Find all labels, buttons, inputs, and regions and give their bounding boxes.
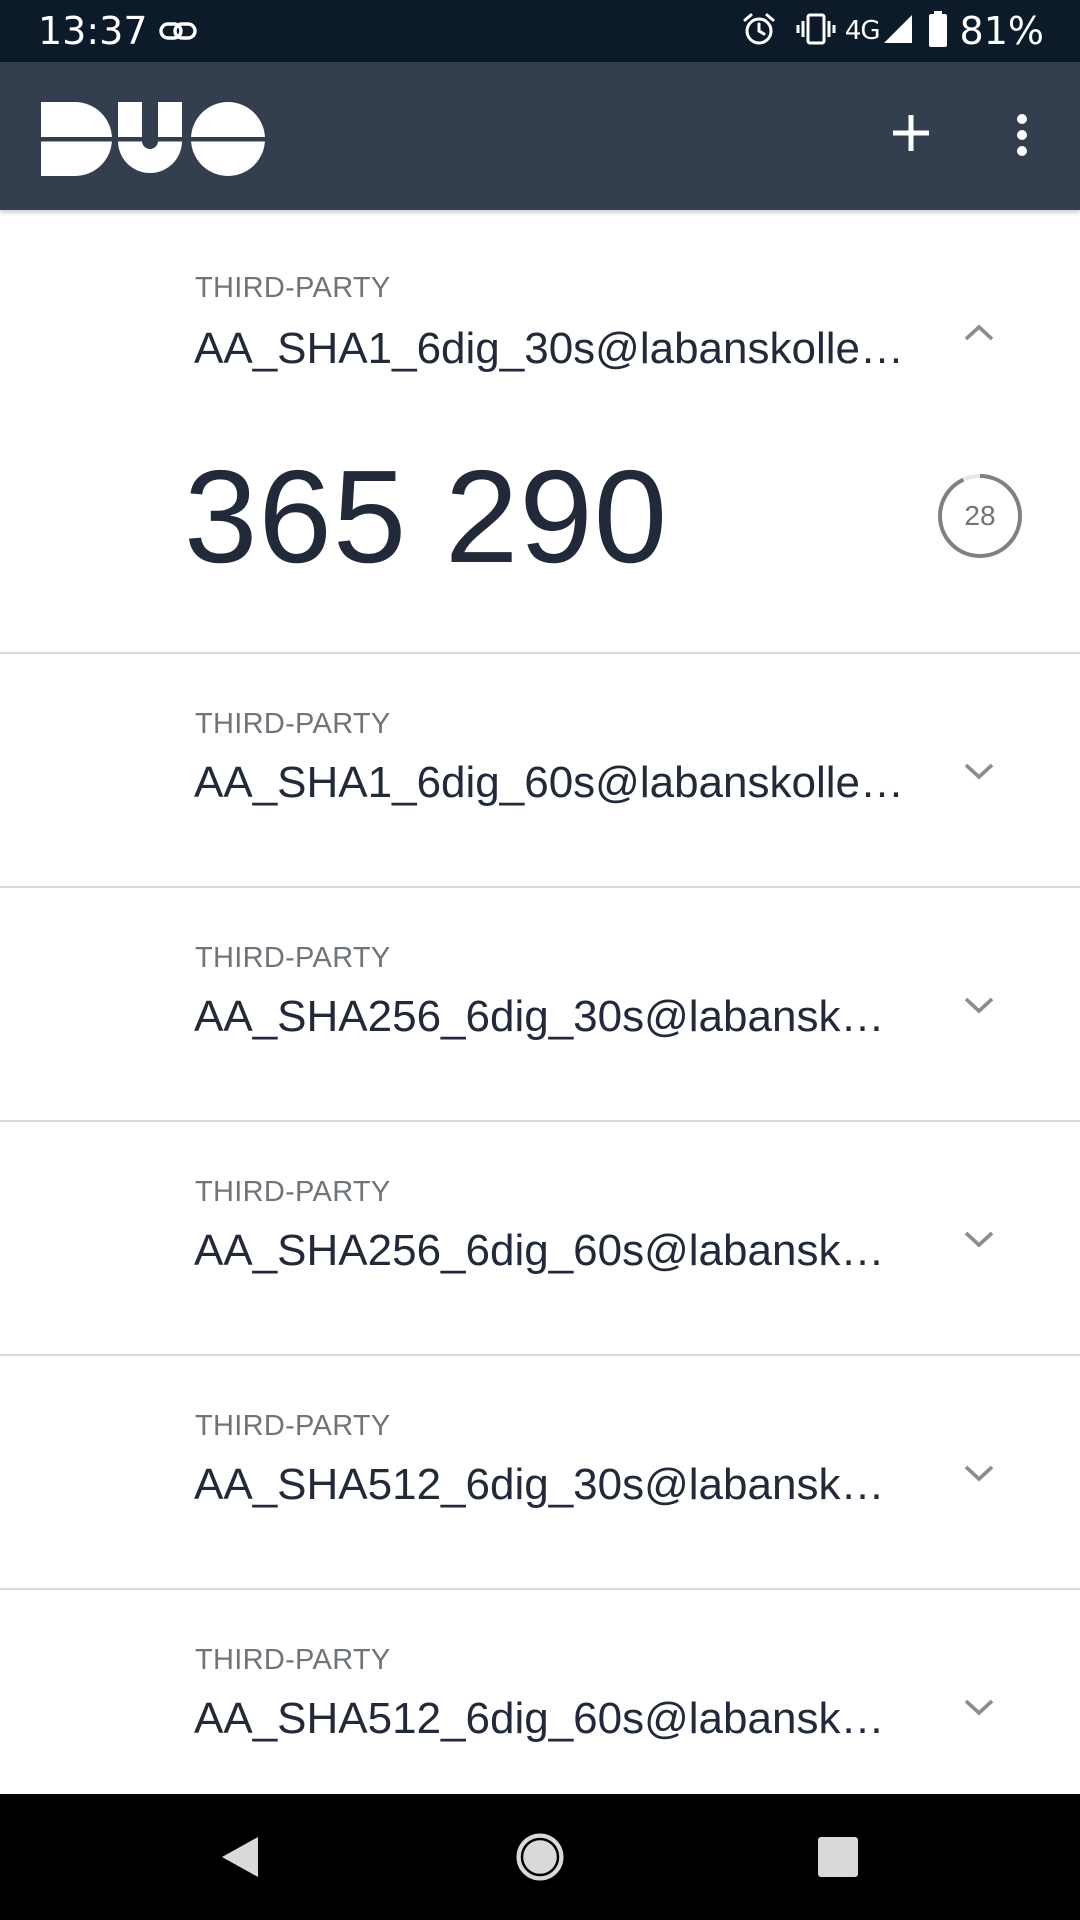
add-icon — [893, 115, 929, 151]
account-name: AA_SHA256_6dig_30s@labansk… — [194, 992, 885, 1041]
battery-percent: 81% — [959, 9, 1044, 53]
app-bar — [0, 62, 1080, 210]
overflow-menu-button[interactable] — [992, 102, 1052, 168]
add-account-button[interactable] — [880, 102, 942, 164]
back-button[interactable] — [210, 1827, 270, 1887]
signal-icon — [882, 13, 914, 50]
network-type: 4G — [844, 16, 881, 46]
account-name: AA_SHA1_6dig_30s@labanskolle… — [194, 324, 904, 373]
timer-seconds: 28 — [964, 500, 996, 531]
account-name: AA_SHA512_6dig_60s@labansk… — [194, 1694, 885, 1743]
recents-icon — [818, 1837, 858, 1877]
vibrate-icon — [795, 12, 837, 51]
account-name: AA_SHA256_6dig_60s@labansk… — [194, 1226, 885, 1275]
home-icon — [516, 1833, 564, 1881]
link-icon — [158, 16, 198, 46]
alarm-icon — [741, 11, 777, 52]
passcode-timer: 28 — [936, 472, 1024, 560]
account-card[interactable]: THIRD-PARTY AA_SHA1_6dig_60s@labanskolle… — [0, 654, 1080, 888]
passcode[interactable]: 365 290 — [184, 442, 668, 592]
account-list[interactable]: THIRD-PARTY AA_SHA1_6dig_30s@labanskolle… — [0, 210, 1080, 1794]
home-button[interactable] — [510, 1827, 570, 1887]
chevron-down-icon[interactable] — [956, 748, 1002, 794]
account-type: THIRD-PARTY — [195, 708, 391, 740]
account-card[interactable]: THIRD-PARTY AA_SHA512_6dig_30s@labansk… — [0, 1356, 1080, 1590]
account-type: THIRD-PARTY — [195, 1644, 391, 1676]
chevron-down-icon[interactable] — [956, 982, 1002, 1028]
back-icon — [222, 1837, 258, 1877]
account-type: THIRD-PARTY — [195, 942, 391, 974]
status-bar: 13:37 4G 81% — [0, 0, 1080, 62]
chevron-down-icon[interactable] — [956, 1216, 1002, 1262]
chevron-up-icon[interactable] — [956, 310, 1002, 356]
more-vert-icon — [1017, 114, 1027, 156]
account-card[interactable]: THIRD-PARTY AA_SHA1_6dig_30s@labanskolle… — [0, 210, 1080, 654]
account-type: THIRD-PARTY — [195, 1410, 391, 1442]
account-type: THIRD-PARTY — [195, 272, 391, 304]
account-name: AA_SHA1_6dig_60s@labanskolle… — [194, 758, 904, 807]
navigation-bar — [0, 1794, 1080, 1920]
duo-logo — [41, 102, 265, 176]
chevron-down-icon[interactable] — [956, 1684, 1002, 1730]
account-type: THIRD-PARTY — [195, 1176, 391, 1208]
account-name: AA_SHA512_6dig_30s@labansk… — [194, 1460, 885, 1509]
battery-icon — [928, 10, 948, 52]
account-card[interactable]: THIRD-PARTY AA_SHA256_6dig_60s@labansk… — [0, 1122, 1080, 1356]
chevron-down-icon[interactable] — [956, 1450, 1002, 1496]
status-time: 13:37 — [38, 9, 148, 53]
recents-button[interactable] — [808, 1827, 868, 1887]
account-card[interactable]: THIRD-PARTY AA_SHA512_6dig_60s@labansk… — [0, 1590, 1080, 1794]
status-icons: 4G 81% — [733, 9, 1044, 53]
account-card[interactable]: THIRD-PARTY AA_SHA256_6dig_30s@labansk… — [0, 888, 1080, 1122]
